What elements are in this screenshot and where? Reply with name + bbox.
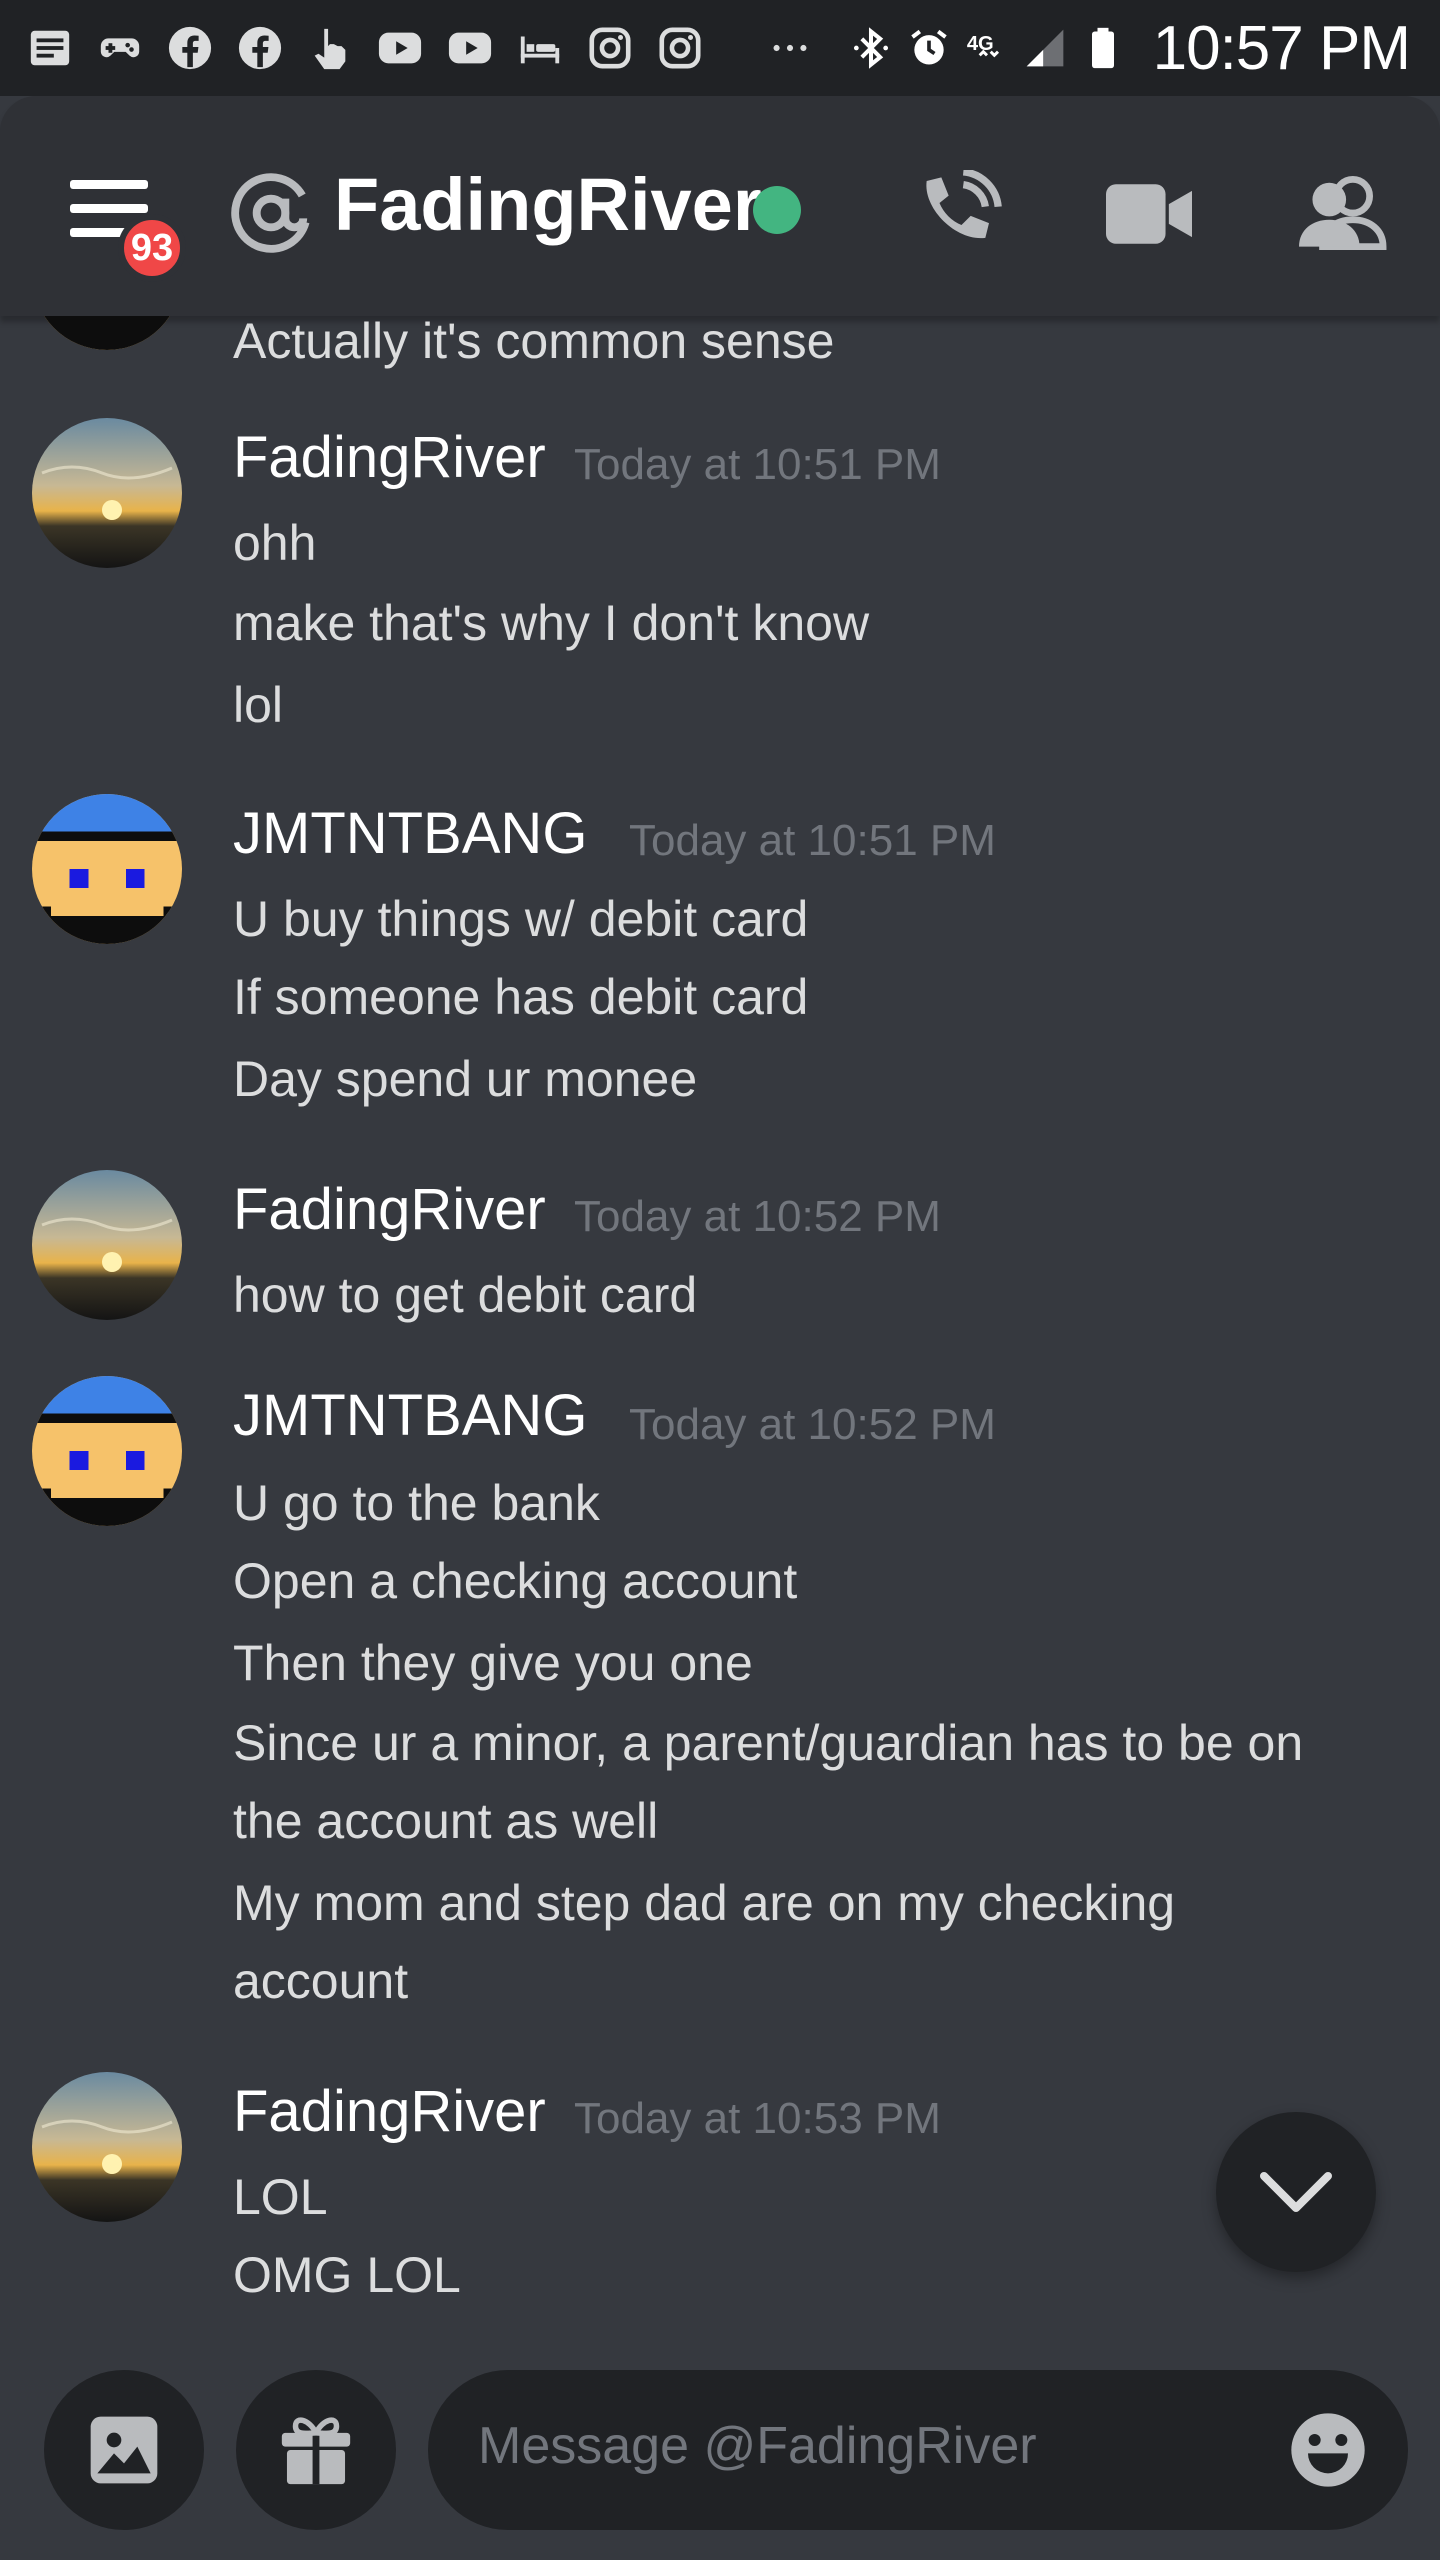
message-line: lol bbox=[233, 677, 284, 733]
status-bar: 4G 10:57 PM bbox=[0, 0, 1440, 96]
message-line: Open a checking account bbox=[233, 1553, 798, 1609]
message-composer: Message @FadingRiver bbox=[0, 2352, 1440, 2560]
avatar[interactable] bbox=[32, 1376, 182, 1526]
message-line: Since ur a minor, a parent/guardian has … bbox=[233, 1715, 1304, 1771]
bluetooth-icon bbox=[853, 27, 888, 69]
message-input[interactable]: Message @FadingRiver bbox=[428, 2370, 1408, 2530]
sunset-avatar bbox=[32, 2072, 182, 2222]
facebook-icon bbox=[236, 24, 284, 72]
notification-icons bbox=[26, 22, 814, 74]
gift-icon bbox=[281, 2417, 351, 2485]
avatar[interactable] bbox=[32, 1170, 182, 1320]
message-line: Day spend ur monee bbox=[233, 1051, 698, 1107]
pixel-face-avatar bbox=[32, 316, 182, 350]
message-author[interactable]: JMTNTBANG bbox=[233, 1382, 587, 1449]
message-line: Then they give you one bbox=[233, 1635, 753, 1691]
system-icons: 4G 10:57 PM bbox=[849, 13, 1411, 83]
message-timestamp: Today at 10:51 PM bbox=[629, 816, 996, 865]
menu-line bbox=[70, 180, 148, 189]
message-line: U buy things w/ debit card bbox=[233, 891, 809, 947]
message-list[interactable]: Actually it's common sense FadingRiver T… bbox=[0, 316, 1440, 2352]
instagram-icon bbox=[586, 24, 634, 72]
clock: 10:57 PM bbox=[1152, 13, 1411, 83]
scroll-to-bottom-button[interactable] bbox=[1216, 2112, 1376, 2272]
message-author[interactable]: FadingRiver bbox=[233, 424, 546, 491]
sunset-avatar bbox=[32, 1170, 182, 1320]
header-bar: 93 FadingRiver bbox=[0, 96, 1440, 316]
sunset-avatar bbox=[32, 418, 182, 568]
pixel-face-avatar bbox=[32, 794, 182, 944]
message-line: My mom and step dad are on my checking bbox=[233, 1875, 1176, 1931]
pixel-face-avatar bbox=[32, 1376, 182, 1526]
channel-header: 93 FadingRiver bbox=[0, 96, 1440, 316]
message-timestamp: Today at 10:53 PM bbox=[574, 2094, 941, 2143]
message-timestamp: Today at 10:52 PM bbox=[574, 1192, 941, 1241]
avatar[interactable] bbox=[32, 2072, 182, 2222]
online-status-dot bbox=[753, 186, 801, 234]
message-line: U go to the bank bbox=[233, 1475, 600, 1531]
message-line: the account as well bbox=[233, 1793, 659, 1849]
channel-title: FadingRiver bbox=[334, 163, 762, 246]
message-line: Actually it's common sense bbox=[233, 316, 835, 369]
message-line: ohh bbox=[233, 515, 317, 571]
members-button[interactable] bbox=[1298, 176, 1388, 250]
gift-button[interactable] bbox=[236, 2370, 396, 2530]
svg-text:4G: 4G bbox=[966, 33, 993, 55]
message-timestamp: Today at 10:52 PM bbox=[629, 1400, 996, 1449]
bed-icon bbox=[516, 24, 564, 72]
message-author[interactable]: FadingRiver bbox=[233, 1176, 546, 1243]
message-line: If someone has debit card bbox=[233, 969, 809, 1025]
message-author[interactable]: JMTNTBANG bbox=[233, 800, 587, 867]
attach-image-button[interactable] bbox=[44, 2370, 204, 2530]
message-placeholder: Message @FadingRiver bbox=[478, 2417, 1037, 2475]
message-line: how to get debit card bbox=[233, 1267, 698, 1323]
alarm-icon bbox=[910, 29, 947, 65]
network-4g-icon: 4G bbox=[966, 33, 999, 58]
call-button[interactable] bbox=[912, 170, 1008, 258]
avatar[interactable] bbox=[32, 316, 182, 350]
notification-badge: 93 bbox=[118, 214, 186, 282]
message-author[interactable]: FadingRiver bbox=[233, 2078, 546, 2145]
message-line: account bbox=[233, 1953, 409, 2009]
avatar[interactable] bbox=[32, 794, 182, 944]
youtube-icon bbox=[376, 24, 424, 72]
more-dots-icon bbox=[766, 24, 814, 72]
image-icon bbox=[90, 2416, 158, 2484]
call-icon bbox=[926, 170, 1003, 239]
message-line: LOL bbox=[233, 2169, 328, 2225]
news-icon bbox=[26, 24, 74, 72]
video-icon bbox=[1106, 184, 1192, 244]
message-line: OMG LOL bbox=[233, 2247, 461, 2303]
chevron-down-icon bbox=[1260, 2172, 1332, 2212]
menu-line bbox=[70, 204, 148, 213]
message-line: make that's why I don't know bbox=[233, 595, 870, 651]
youtube-icon bbox=[446, 24, 494, 72]
gamepad-icon bbox=[96, 24, 144, 72]
message-timestamp: Today at 10:51 PM bbox=[574, 440, 941, 489]
signal-icon bbox=[1026, 29, 1063, 67]
avatar[interactable] bbox=[32, 418, 182, 568]
members-icon bbox=[1299, 176, 1387, 250]
video-call-button[interactable] bbox=[1106, 180, 1192, 248]
emoji-icon[interactable] bbox=[1288, 2410, 1368, 2490]
instagram-icon bbox=[656, 24, 704, 72]
battery-icon bbox=[1091, 27, 1114, 69]
facebook-icon bbox=[166, 24, 214, 72]
at-icon bbox=[231, 173, 311, 253]
touch-icon bbox=[306, 24, 354, 72]
